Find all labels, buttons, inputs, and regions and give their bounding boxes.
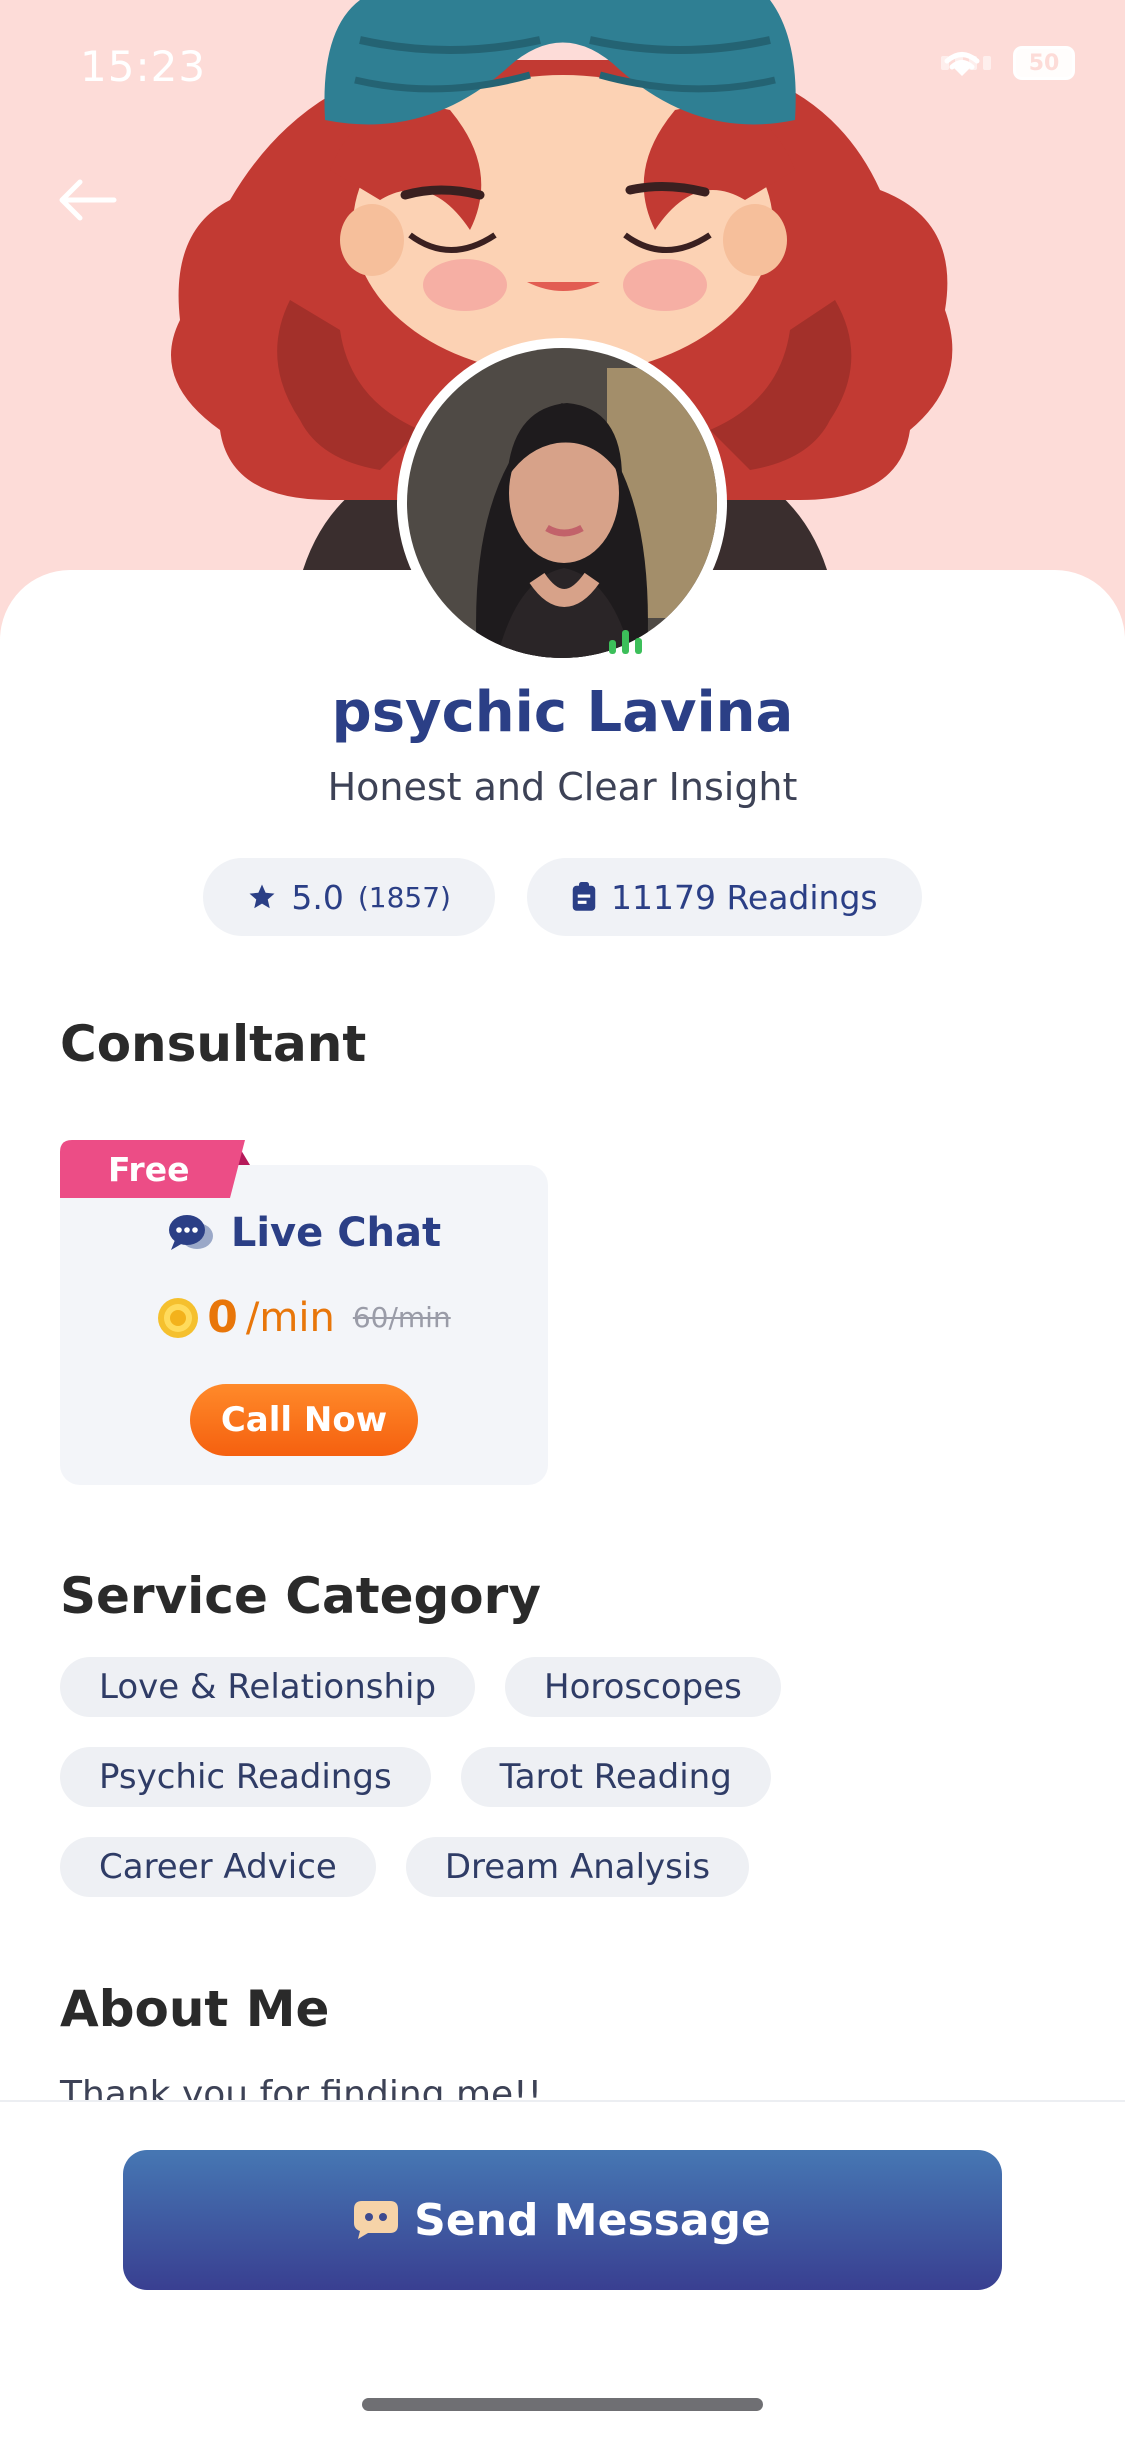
call-now-button[interactable]: Call Now bbox=[190, 1384, 418, 1456]
bottom-action-bar: Send Message bbox=[0, 2100, 1125, 2438]
status-time: 15:23 bbox=[80, 42, 207, 91]
stats-row: 5.0 (1857) 11179 Readings bbox=[0, 858, 1125, 936]
about-me-title: About Me bbox=[60, 1980, 330, 2038]
tag-tarot-reading[interactable]: Tarot Reading bbox=[460, 1747, 771, 1807]
chat-bubble-icon bbox=[168, 1215, 213, 1250]
psychic-tagline: Honest and Clear Insight bbox=[327, 765, 798, 809]
online-bars-icon bbox=[609, 630, 642, 654]
readings-pill: 11179 Readings bbox=[526, 858, 922, 936]
back-button[interactable] bbox=[54, 170, 124, 230]
send-message-button[interactable]: Send Message bbox=[123, 2150, 1002, 2290]
psychic-name: psychic Lavina bbox=[331, 680, 794, 745]
old-price: 60/min bbox=[352, 1301, 451, 1334]
rating-count: (1857) bbox=[357, 880, 451, 914]
star-icon bbox=[249, 884, 275, 909]
price-row: 0 /min 60/min bbox=[60, 1292, 548, 1343]
tag-career-advice[interactable]: Career Advice bbox=[60, 1837, 376, 1897]
tag-psychic-readings[interactable]: Psychic Readings bbox=[60, 1747, 431, 1807]
status-bar: 15:23 50 bbox=[80, 40, 1075, 100]
service-tags: Love & Relationship Horoscopes Psychic R… bbox=[60, 1657, 1060, 1927]
consultant-section-title: Consultant bbox=[60, 1015, 367, 1073]
live-chat-label: Live Chat bbox=[230, 1210, 442, 1256]
free-badge: Free bbox=[60, 1140, 250, 1198]
tag-horoscopes[interactable]: Horoscopes bbox=[505, 1657, 781, 1717]
free-badge-label: Free bbox=[108, 1149, 190, 1189]
avatar-photo bbox=[407, 348, 717, 658]
readings-count: 11179 Readings bbox=[610, 877, 878, 917]
send-message-label: Send Message bbox=[414, 2194, 771, 2246]
tag-love-relationship[interactable]: Love & Relationship bbox=[60, 1657, 476, 1717]
rating-value: 5.0 bbox=[291, 877, 344, 917]
price-value: 0 bbox=[207, 1292, 238, 1343]
home-indicator[interactable] bbox=[362, 2398, 763, 2411]
wifi-icon bbox=[944, 52, 980, 76]
arrow-left-icon bbox=[59, 179, 117, 221]
service-category-title: Service Category bbox=[60, 1567, 541, 1625]
tag-dream-analysis[interactable]: Dream Analysis bbox=[405, 1837, 750, 1897]
clipboard-icon bbox=[572, 882, 596, 911]
price-unit: /min bbox=[245, 1294, 335, 1341]
message-icon bbox=[354, 2201, 399, 2239]
coin-icon bbox=[158, 1297, 199, 1338]
live-chat-title: Live Chat bbox=[60, 1210, 548, 1256]
avatar[interactable] bbox=[397, 338, 727, 668]
rating-pill: 5.0 (1857) bbox=[203, 858, 495, 936]
battery-icon: 50 bbox=[1013, 46, 1075, 80]
